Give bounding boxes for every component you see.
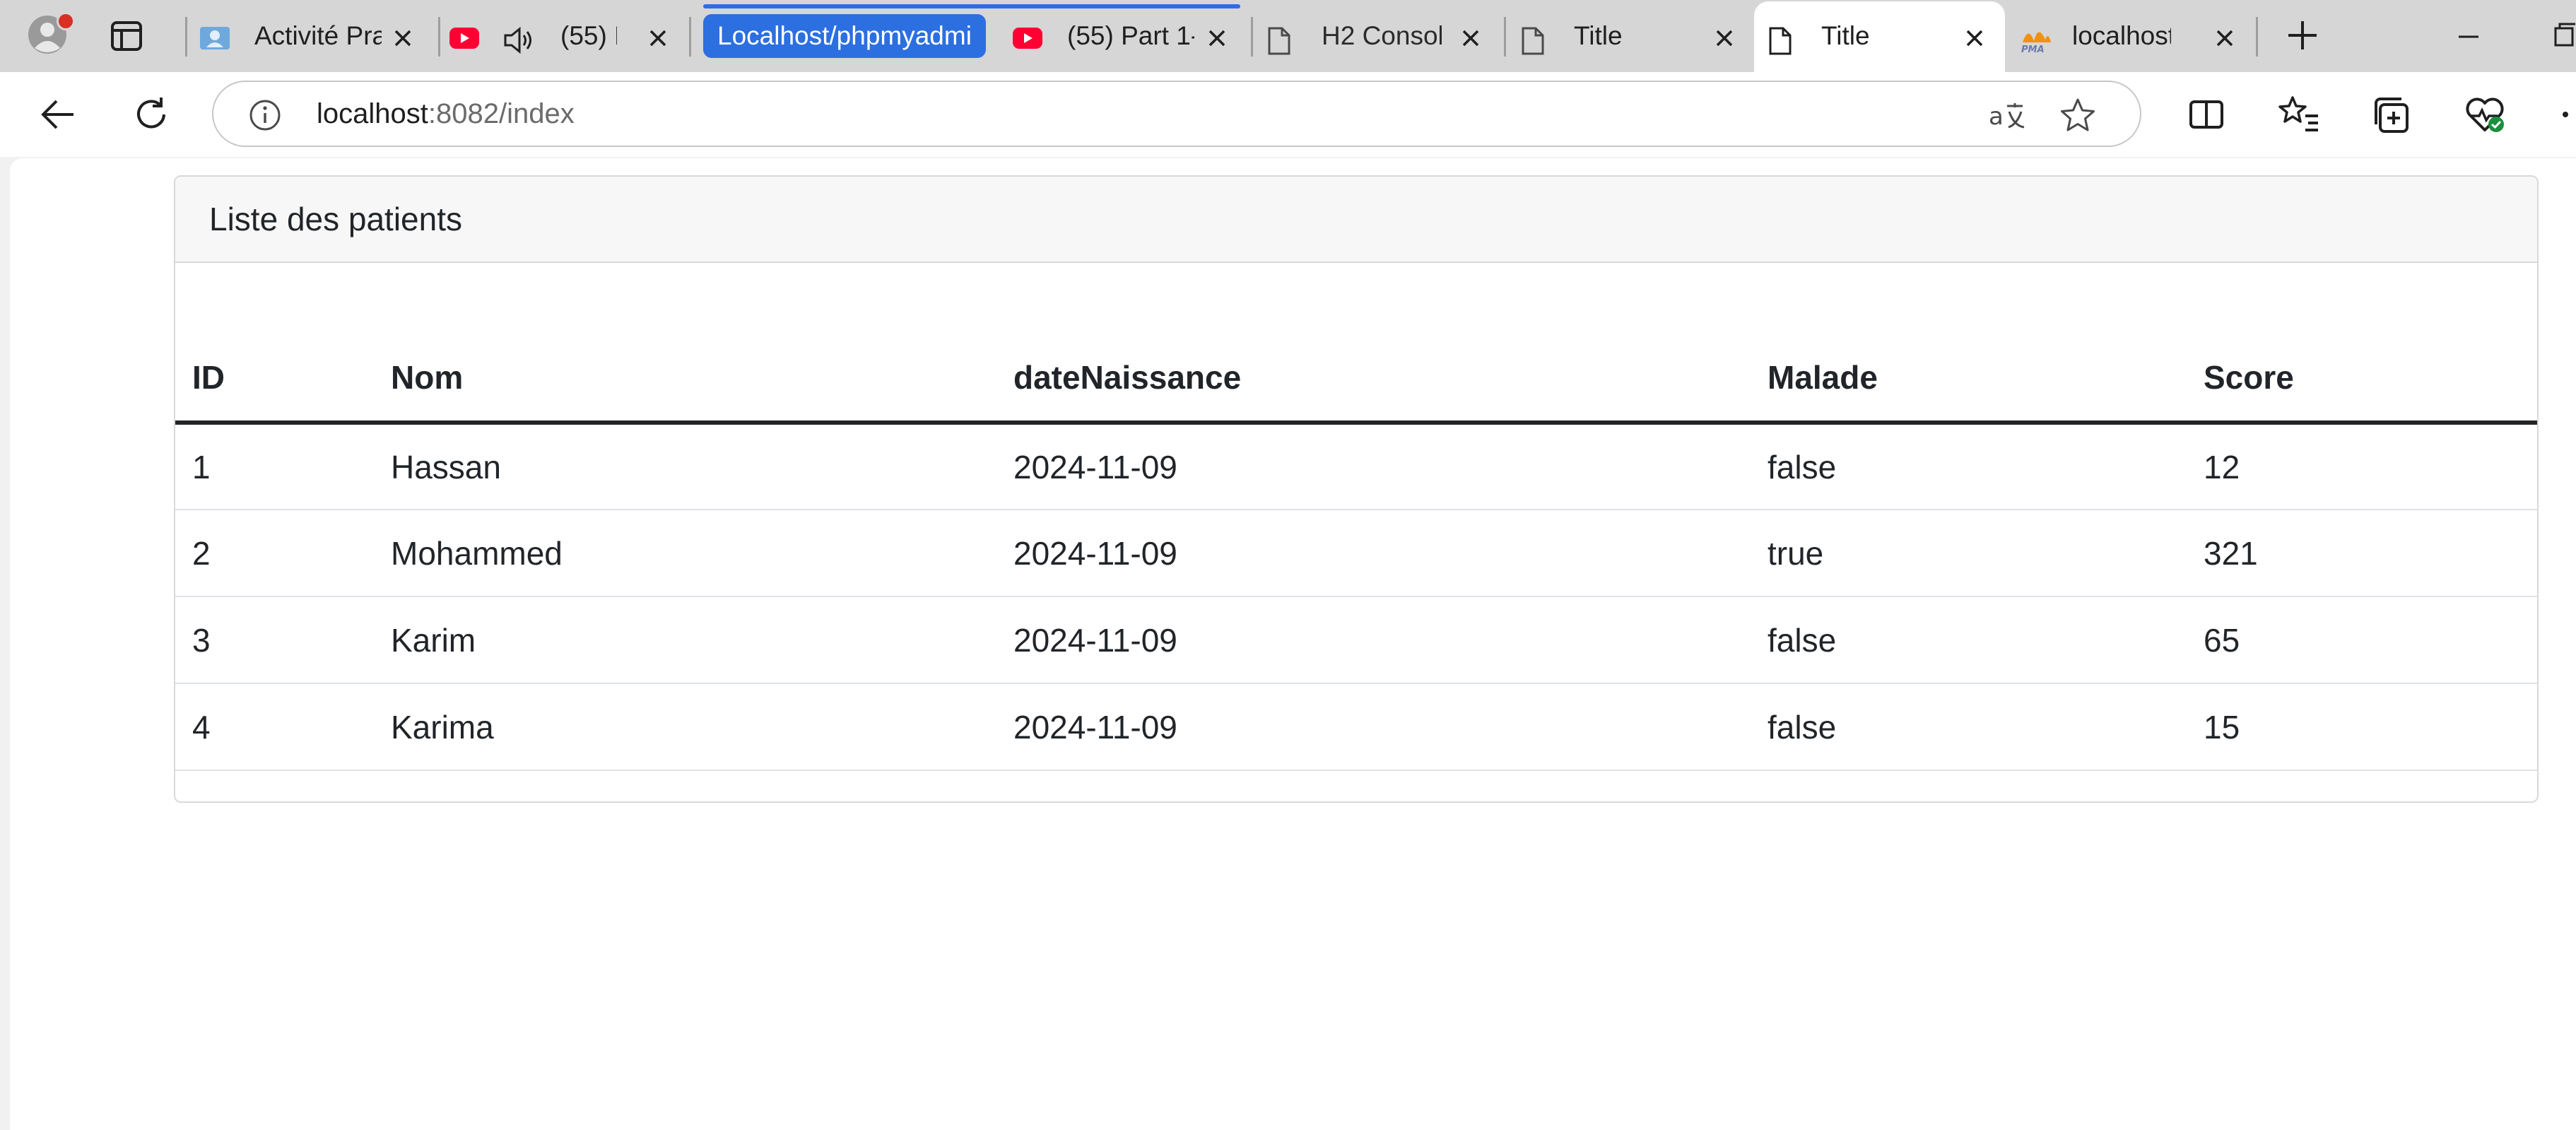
address-bar[interactable]: localhost:8082/index a	[212, 81, 2141, 147]
favorite-star-icon[interactable]	[2058, 96, 2098, 136]
cell-id: 2	[175, 510, 374, 597]
cell-malade: true	[1751, 510, 2187, 597]
close-tab-icon[interactable]	[1206, 27, 1228, 49]
browser-essentials-icon[interactable]	[2462, 92, 2507, 137]
tab-strip: Activité Pra (55) M Localhost/phpmya	[0, 0, 2576, 72]
minimize-icon[interactable]	[2449, 16, 2488, 55]
cell-score: 12	[2187, 423, 2537, 510]
tab-youtube-1[interactable]: (55) M	[442, 7, 686, 65]
page-viewport: Liste des patients ID Nom dateNaissance …	[0, 157, 2576, 1130]
person-card-icon	[199, 26, 230, 50]
tab-title-1[interactable]: Title	[1507, 7, 1751, 65]
tab-title: localhost /	[2072, 21, 2171, 50]
back-arrow-icon[interactable]	[35, 92, 81, 137]
close-tab-icon[interactable]	[1713, 27, 1736, 49]
cell-malade: false	[1751, 423, 2187, 510]
close-tab-icon[interactable]	[392, 27, 414, 49]
table-row: 1 Hassan 2024-11-09 false 12	[175, 423, 2537, 510]
card-header: Liste des patients	[175, 177, 2537, 263]
tab-separator	[438, 17, 440, 57]
page-icon	[1768, 26, 1799, 55]
table-header-row: ID Nom dateNaissance Malade Score	[175, 334, 2537, 425]
url-host: localhost	[317, 98, 428, 129]
tab-separator	[185, 17, 187, 57]
more-menu-icon[interactable]	[2556, 92, 2576, 137]
reload-icon[interactable]	[129, 92, 174, 137]
youtube-icon	[449, 26, 480, 50]
cell-nom: Mohammed	[374, 510, 996, 597]
close-tab-icon[interactable]	[647, 27, 669, 49]
column-header-id: ID	[175, 334, 374, 425]
close-tab-icon[interactable]	[1459, 27, 1482, 49]
tab-group-label: Localhost/phpmyadmi	[717, 21, 972, 50]
close-tab-icon[interactable]	[2213, 27, 2236, 49]
cell-id: 1	[175, 423, 374, 510]
tab-group-chip[interactable]: Localhost/phpmyadmi	[703, 14, 986, 58]
page: Liste des patients ID Nom dateNaissance …	[10, 158, 2576, 1130]
svg-text:a: a	[1989, 102, 2004, 131]
card-title: Liste des patients	[209, 201, 463, 237]
table-row: 4 Karima 2024-11-09 false 15	[175, 683, 2537, 771]
cell-nom: Hassan	[374, 423, 996, 510]
restore-icon[interactable]	[2544, 16, 2576, 55]
url-path: :8082/index	[428, 98, 575, 129]
cell-id: 4	[175, 683, 374, 771]
close-tab-icon[interactable]	[1963, 27, 1986, 49]
tab-actions-icon[interactable]	[110, 20, 145, 52]
browser-toolbar: localhost:8082/index a	[0, 72, 2576, 157]
svg-text:PMA: PMA	[2021, 45, 2045, 54]
cell-nom: Karima	[374, 683, 996, 771]
patients-card: Liste des patients ID Nom dateNaissance …	[174, 175, 2539, 803]
column-header-malade: Malade	[1751, 334, 2187, 425]
column-header-date-naissance: dateNaissance	[996, 334, 1751, 425]
cell-malade: false	[1751, 596, 2187, 684]
cell-date-naissance: 2024-11-09	[996, 423, 1751, 510]
tab-youtube-2[interactable]: (55) Part 1-	[1004, 7, 1244, 65]
tab-separator	[1251, 17, 1253, 57]
column-header-nom: Nom	[374, 334, 996, 425]
tab-h2-console[interactable]: H2 Console	[1254, 7, 1502, 65]
column-header-score: Score	[2187, 334, 2537, 425]
cell-nom: Karim	[374, 596, 996, 684]
collections-icon[interactable]	[2369, 92, 2414, 137]
tab-separator	[689, 17, 691, 57]
site-info-icon[interactable]	[247, 98, 283, 133]
cell-date-naissance: 2024-11-09	[996, 596, 1751, 684]
notification-dot-icon	[57, 12, 75, 30]
patients-table: ID Nom dateNaissance Malade Score 1 Hass…	[175, 334, 2537, 771]
tab-title: Title	[1574, 21, 1623, 50]
favorites-icon[interactable]	[2277, 92, 2322, 137]
cell-score: 15	[2187, 683, 2537, 771]
tab-separator	[2256, 17, 2258, 57]
tab-title: (55) Part 1-	[1067, 21, 1194, 50]
page-icon	[1267, 26, 1298, 55]
new-tab-plus-icon[interactable]	[2283, 16, 2322, 55]
split-screen-icon[interactable]	[2184, 92, 2229, 137]
tab-title: Title	[1821, 21, 1870, 50]
cell-date-naissance: 2024-11-09	[996, 510, 1751, 597]
tab-title: Activité Pra	[254, 21, 382, 50]
tab-title-active[interactable]: Title	[1754, 1, 2005, 72]
cell-date-naissance: 2024-11-09	[996, 683, 1751, 771]
tab-activite[interactable]: Activité Pra	[191, 7, 438, 65]
cell-score: 321	[2187, 510, 2537, 597]
tab-title: H2 Console	[1322, 21, 1442, 50]
url-text[interactable]: localhost:8082/index	[317, 82, 575, 146]
tab-title: (55) M	[560, 21, 617, 50]
table-row: 2 Mohammed 2024-11-09 true 321	[175, 510, 2537, 597]
speaker-icon[interactable]	[502, 26, 534, 54]
translate-icon[interactable]: a	[1987, 96, 2027, 136]
cell-score: 65	[2187, 596, 2537, 684]
cell-malade: false	[1751, 683, 2187, 771]
tab-phpmyadmin[interactable]: PMA localhost /	[2009, 7, 2254, 65]
youtube-icon	[1012, 26, 1043, 50]
page-icon	[1521, 26, 1552, 55]
phpmyadmin-icon: PMA	[2018, 21, 2054, 54]
table-row: 3 Karim 2024-11-09 false 65	[175, 596, 2537, 684]
tab-separator	[1504, 17, 1506, 57]
cell-id: 3	[175, 596, 374, 684]
